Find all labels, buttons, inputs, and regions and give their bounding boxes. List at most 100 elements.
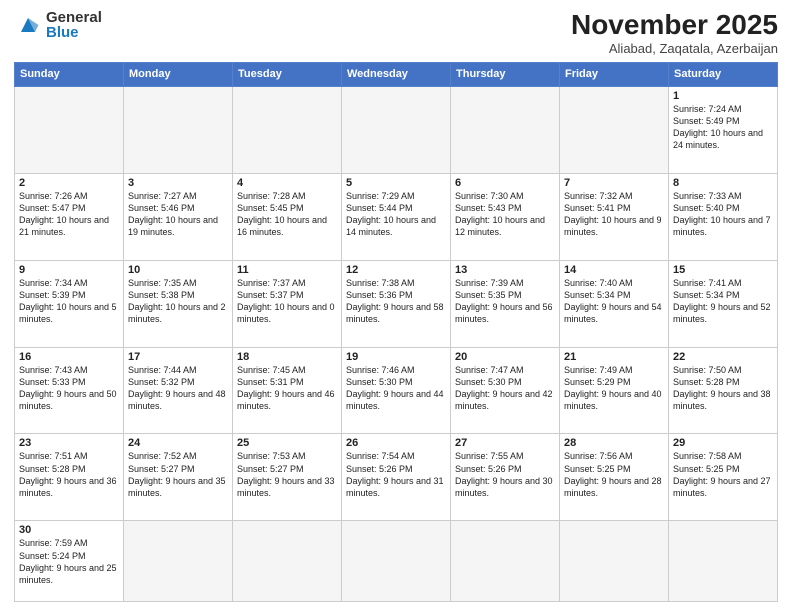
logo-blue-label: Blue (46, 25, 102, 40)
day-info: Sunrise: 7:39 AM Sunset: 5:35 PM Dayligh… (455, 277, 555, 326)
table-row (233, 521, 342, 602)
day-info: Sunrise: 7:55 AM Sunset: 5:26 PM Dayligh… (455, 450, 555, 499)
table-row (233, 86, 342, 173)
day-number: 2 (19, 177, 119, 189)
day-number: 27 (455, 437, 555, 449)
table-row: 5Sunrise: 7:29 AM Sunset: 5:44 PM Daylig… (342, 173, 451, 260)
table-row (451, 86, 560, 173)
day-info: Sunrise: 7:32 AM Sunset: 5:41 PM Dayligh… (564, 190, 664, 239)
day-number: 5 (346, 177, 446, 189)
table-row: 12Sunrise: 7:38 AM Sunset: 5:36 PM Dayli… (342, 260, 451, 347)
day-info: Sunrise: 7:44 AM Sunset: 5:32 PM Dayligh… (128, 364, 228, 413)
col-wednesday: Wednesday (342, 62, 451, 86)
table-row (669, 521, 778, 602)
col-monday: Monday (124, 62, 233, 86)
table-row: 13Sunrise: 7:39 AM Sunset: 5:35 PM Dayli… (451, 260, 560, 347)
day-info: Sunrise: 7:59 AM Sunset: 5:24 PM Dayligh… (19, 537, 119, 586)
day-number: 13 (455, 264, 555, 276)
table-row: 6Sunrise: 7:30 AM Sunset: 5:43 PM Daylig… (451, 173, 560, 260)
day-number: 18 (237, 351, 337, 363)
calendar-week-row: 23Sunrise: 7:51 AM Sunset: 5:28 PM Dayli… (15, 434, 778, 521)
col-saturday: Saturday (669, 62, 778, 86)
table-row (451, 521, 560, 602)
day-info: Sunrise: 7:37 AM Sunset: 5:37 PM Dayligh… (237, 277, 337, 326)
day-info: Sunrise: 7:26 AM Sunset: 5:47 PM Dayligh… (19, 190, 119, 239)
table-row: 18Sunrise: 7:45 AM Sunset: 5:31 PM Dayli… (233, 347, 342, 434)
day-info: Sunrise: 7:52 AM Sunset: 5:27 PM Dayligh… (128, 450, 228, 499)
day-number: 6 (455, 177, 555, 189)
table-row (560, 521, 669, 602)
table-row: 29Sunrise: 7:58 AM Sunset: 5:25 PM Dayli… (669, 434, 778, 521)
table-row: 3Sunrise: 7:27 AM Sunset: 5:46 PM Daylig… (124, 173, 233, 260)
table-row: 19Sunrise: 7:46 AM Sunset: 5:30 PM Dayli… (342, 347, 451, 434)
table-row: 15Sunrise: 7:41 AM Sunset: 5:34 PM Dayli… (669, 260, 778, 347)
day-info: Sunrise: 7:40 AM Sunset: 5:34 PM Dayligh… (564, 277, 664, 326)
day-number: 22 (673, 351, 773, 363)
table-row: 2Sunrise: 7:26 AM Sunset: 5:47 PM Daylig… (15, 173, 124, 260)
table-row: 14Sunrise: 7:40 AM Sunset: 5:34 PM Dayli… (560, 260, 669, 347)
table-row: 10Sunrise: 7:35 AM Sunset: 5:38 PM Dayli… (124, 260, 233, 347)
table-row: 30Sunrise: 7:59 AM Sunset: 5:24 PM Dayli… (15, 521, 124, 602)
day-info: Sunrise: 7:49 AM Sunset: 5:29 PM Dayligh… (564, 364, 664, 413)
day-info: Sunrise: 7:27 AM Sunset: 5:46 PM Dayligh… (128, 190, 228, 239)
table-row (124, 521, 233, 602)
day-info: Sunrise: 7:58 AM Sunset: 5:25 PM Dayligh… (673, 450, 773, 499)
table-row: 23Sunrise: 7:51 AM Sunset: 5:28 PM Dayli… (15, 434, 124, 521)
day-info: Sunrise: 7:30 AM Sunset: 5:43 PM Dayligh… (455, 190, 555, 239)
table-row: 28Sunrise: 7:56 AM Sunset: 5:25 PM Dayli… (560, 434, 669, 521)
col-friday: Friday (560, 62, 669, 86)
table-row: 24Sunrise: 7:52 AM Sunset: 5:27 PM Dayli… (124, 434, 233, 521)
logo: General Blue (14, 10, 102, 40)
day-number: 11 (237, 264, 337, 276)
table-row (342, 86, 451, 173)
day-number: 24 (128, 437, 228, 449)
calendar-table: Sunday Monday Tuesday Wednesday Thursday… (14, 62, 778, 602)
col-sunday: Sunday (15, 62, 124, 86)
page: General Blue November 2025 Aliabad, Zaqa… (0, 0, 792, 612)
calendar-header-row: Sunday Monday Tuesday Wednesday Thursday… (15, 62, 778, 86)
location-label: Aliabad, Zaqatala, Azerbaijan (571, 41, 778, 56)
table-row: 26Sunrise: 7:54 AM Sunset: 5:26 PM Dayli… (342, 434, 451, 521)
day-info: Sunrise: 7:51 AM Sunset: 5:28 PM Dayligh… (19, 450, 119, 499)
day-number: 26 (346, 437, 446, 449)
logo-general-label: General (46, 10, 102, 25)
day-number: 25 (237, 437, 337, 449)
day-number: 7 (564, 177, 664, 189)
table-row: 9Sunrise: 7:34 AM Sunset: 5:39 PM Daylig… (15, 260, 124, 347)
table-row: 16Sunrise: 7:43 AM Sunset: 5:33 PM Dayli… (15, 347, 124, 434)
day-number: 12 (346, 264, 446, 276)
calendar-week-row: 30Sunrise: 7:59 AM Sunset: 5:24 PM Dayli… (15, 521, 778, 602)
table-row: 25Sunrise: 7:53 AM Sunset: 5:27 PM Dayli… (233, 434, 342, 521)
day-info: Sunrise: 7:29 AM Sunset: 5:44 PM Dayligh… (346, 190, 446, 239)
day-info: Sunrise: 7:35 AM Sunset: 5:38 PM Dayligh… (128, 277, 228, 326)
logo-text: General Blue (46, 10, 102, 40)
calendar-week-row: 16Sunrise: 7:43 AM Sunset: 5:33 PM Dayli… (15, 347, 778, 434)
day-info: Sunrise: 7:50 AM Sunset: 5:28 PM Dayligh… (673, 364, 773, 413)
day-info: Sunrise: 7:47 AM Sunset: 5:30 PM Dayligh… (455, 364, 555, 413)
day-info: Sunrise: 7:54 AM Sunset: 5:26 PM Dayligh… (346, 450, 446, 499)
calendar-week-row: 9Sunrise: 7:34 AM Sunset: 5:39 PM Daylig… (15, 260, 778, 347)
day-number: 30 (19, 524, 119, 536)
day-number: 1 (673, 90, 773, 102)
day-number: 23 (19, 437, 119, 449)
day-number: 4 (237, 177, 337, 189)
day-info: Sunrise: 7:53 AM Sunset: 5:27 PM Dayligh… (237, 450, 337, 499)
table-row: 17Sunrise: 7:44 AM Sunset: 5:32 PM Dayli… (124, 347, 233, 434)
table-row: 4Sunrise: 7:28 AM Sunset: 5:45 PM Daylig… (233, 173, 342, 260)
day-info: Sunrise: 7:56 AM Sunset: 5:25 PM Dayligh… (564, 450, 664, 499)
day-number: 29 (673, 437, 773, 449)
table-row: 21Sunrise: 7:49 AM Sunset: 5:29 PM Dayli… (560, 347, 669, 434)
month-year-title: November 2025 (571, 10, 778, 41)
day-number: 21 (564, 351, 664, 363)
table-row (15, 86, 124, 173)
day-number: 10 (128, 264, 228, 276)
day-number: 16 (19, 351, 119, 363)
title-block: November 2025 Aliabad, Zaqatala, Azerbai… (571, 10, 778, 56)
logo-icon (14, 11, 42, 39)
calendar-week-row: 2Sunrise: 7:26 AM Sunset: 5:47 PM Daylig… (15, 173, 778, 260)
table-row: 27Sunrise: 7:55 AM Sunset: 5:26 PM Dayli… (451, 434, 560, 521)
day-info: Sunrise: 7:41 AM Sunset: 5:34 PM Dayligh… (673, 277, 773, 326)
day-info: Sunrise: 7:24 AM Sunset: 5:49 PM Dayligh… (673, 103, 773, 152)
day-number: 8 (673, 177, 773, 189)
day-info: Sunrise: 7:34 AM Sunset: 5:39 PM Dayligh… (19, 277, 119, 326)
